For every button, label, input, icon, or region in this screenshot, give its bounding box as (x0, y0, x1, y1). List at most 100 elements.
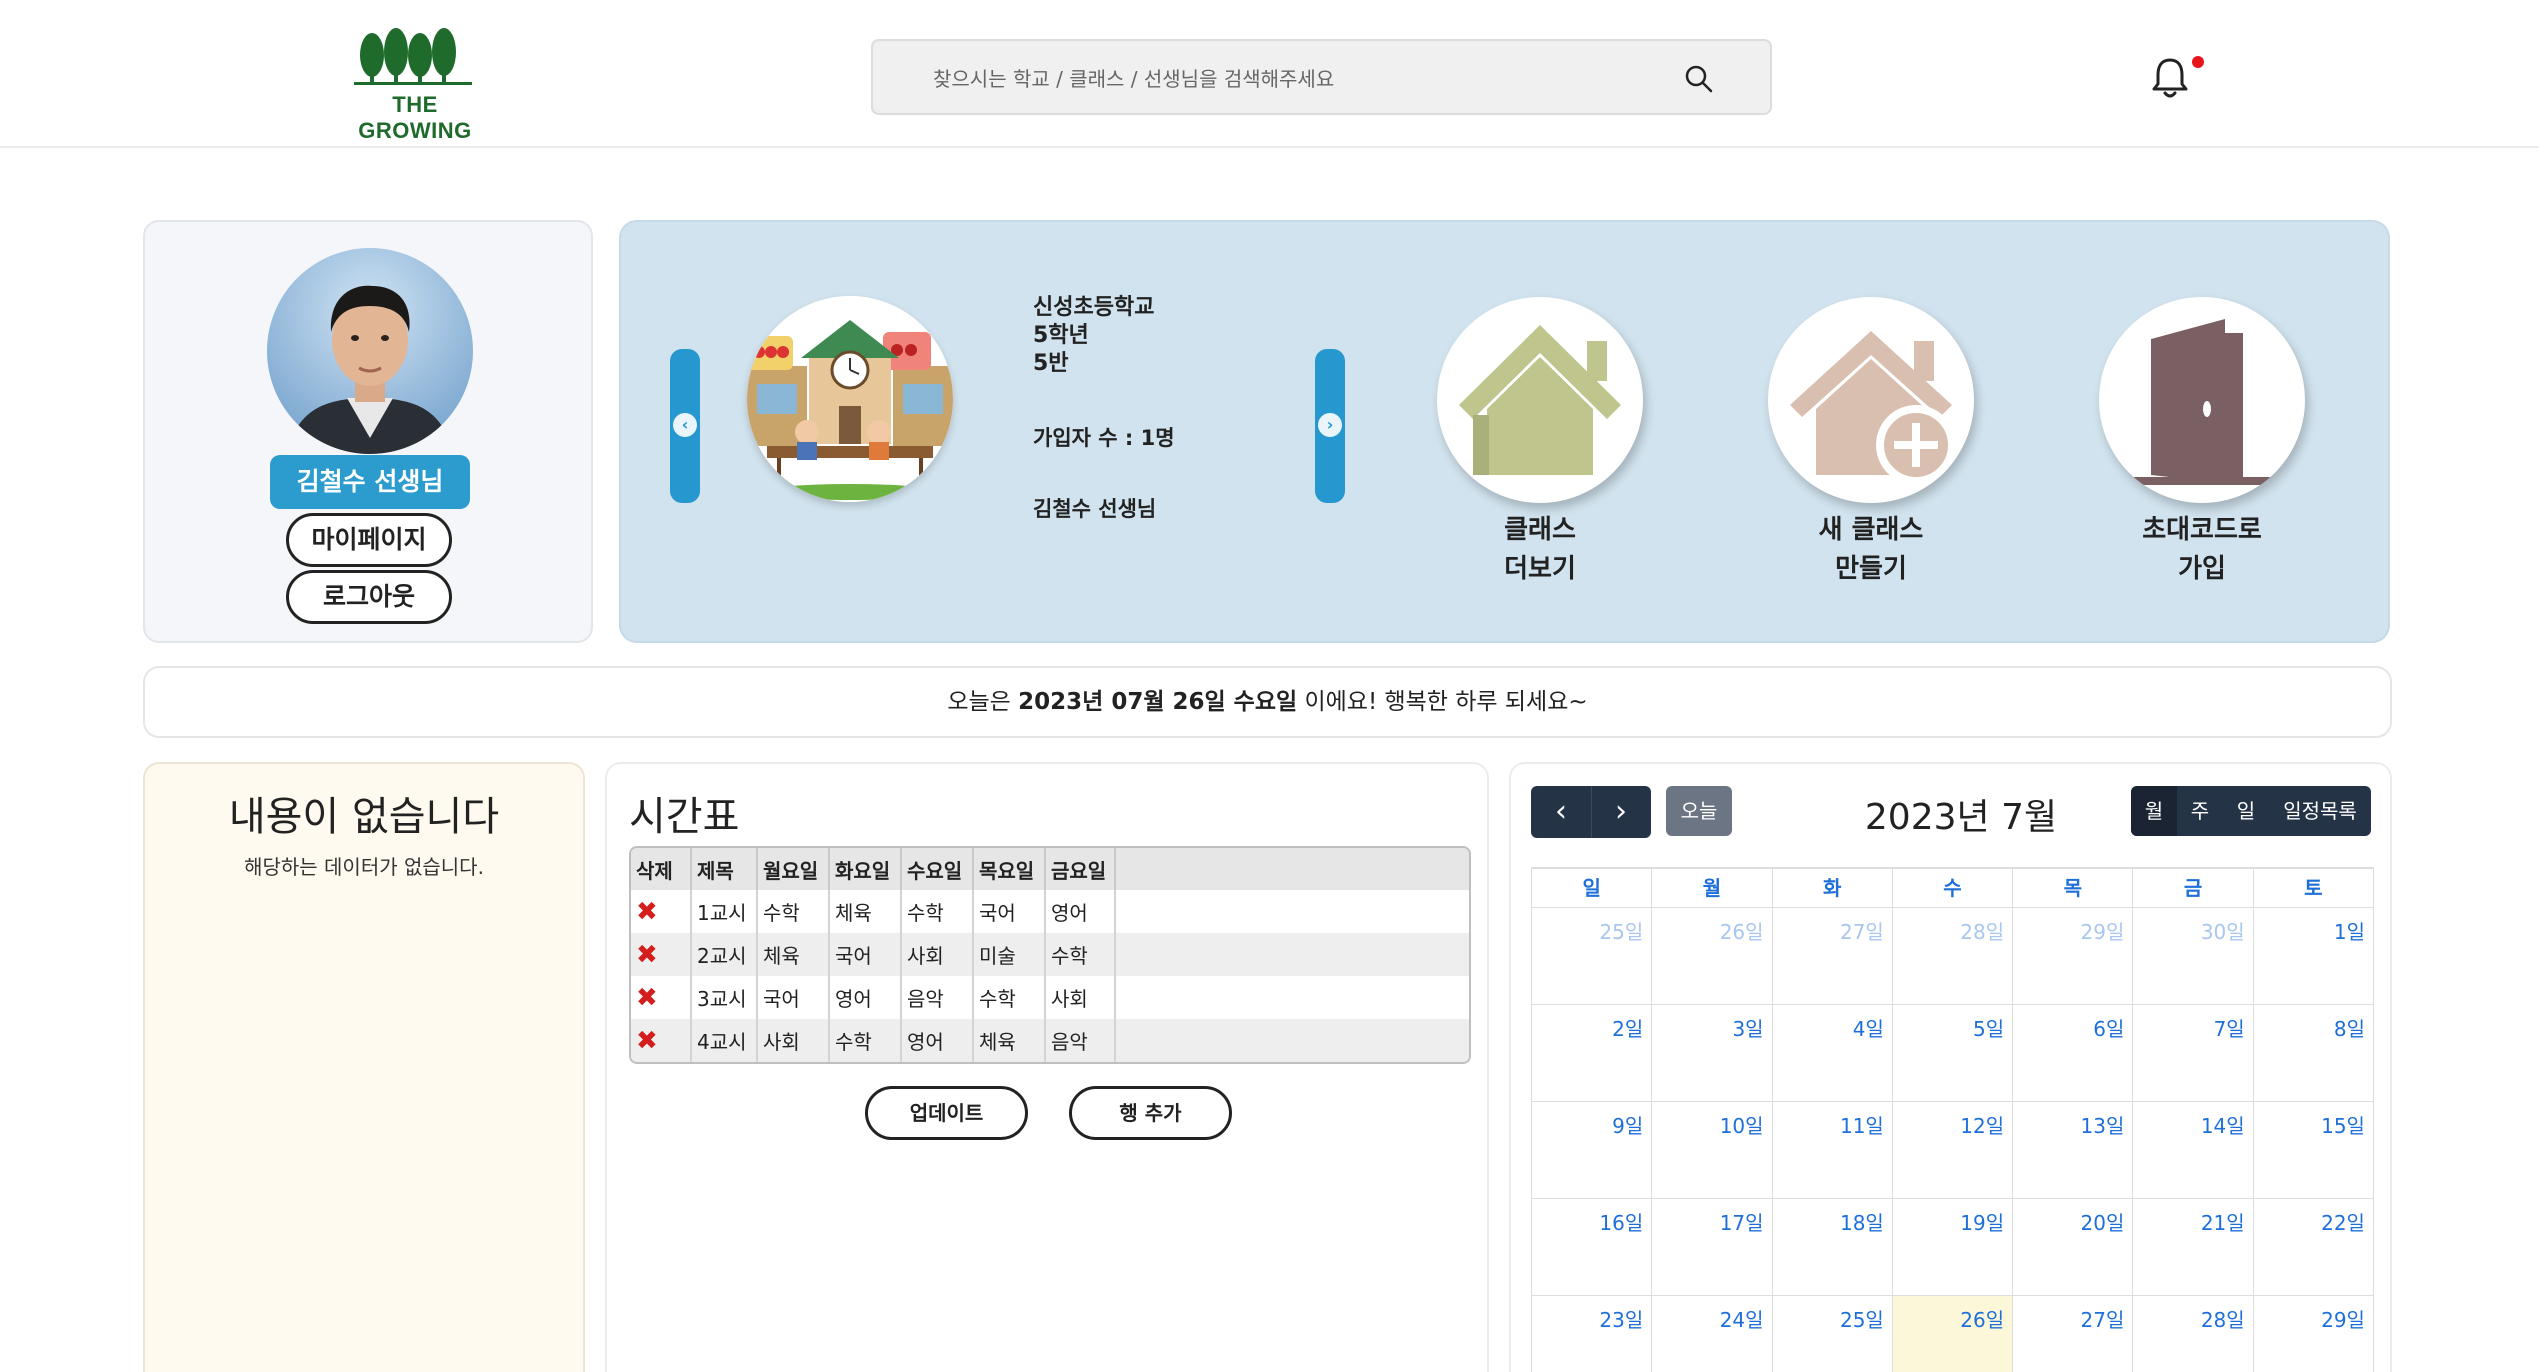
search-input[interactable] (933, 59, 1673, 99)
calendar-day[interactable]: 18일 (1773, 1199, 1893, 1295)
delete-row-icon[interactable]: ✖ (636, 940, 658, 970)
delete-row-icon[interactable]: ✖ (636, 983, 658, 1013)
calendar-day[interactable]: 26일 (1652, 908, 1773, 1004)
calendar-day[interactable]: 8일 (2254, 1005, 2374, 1101)
calendar-day[interactable]: 25일 (1532, 908, 1653, 1004)
update-button[interactable]: 업데이트 (865, 1086, 1028, 1140)
search-icon[interactable] (1683, 63, 1715, 95)
view-week-button[interactable]: 주 (2177, 786, 2223, 836)
calendar-week: 25일 26일 27일 28일 29일 30일 1일 (1531, 907, 2374, 1004)
calendar-day[interactable]: 16일 (1532, 1199, 1653, 1295)
calendar-day[interactable]: 19일 (1893, 1199, 2014, 1295)
calendar-day[interactable]: 2일 (1532, 1005, 1653, 1101)
view-month-button[interactable]: 월 (2131, 786, 2177, 836)
class-teacher: 김철수 선생님 (1033, 497, 1157, 521)
calendar-day[interactable]: 25일 (1773, 1296, 1893, 1372)
table-row: ✖ 4교시 사회 수학 영어 체육 음악 (631, 1019, 1469, 1062)
calendar-day[interactable]: 1일 (2254, 908, 2374, 1004)
bell-icon[interactable] (2150, 56, 2190, 100)
calendar-card: ‹ › 오늘 2023년 7월 월 주 일 일정목록 일 월 화 수 목 금 토… (1509, 762, 2392, 1372)
column-header: 월요일 (757, 848, 830, 890)
calendar-day[interactable]: 3일 (1652, 1005, 1773, 1101)
weekday-label: 토 (2254, 869, 2374, 907)
calendar-day[interactable]: 27일 (1773, 908, 1893, 1004)
table-row: ✖ 2교시 체육 국어 사회 미술 수학 (631, 933, 1469, 976)
prev-class-button[interactable]: ‹ (670, 349, 700, 503)
member-count: 가입자 수 : 1명 (1033, 426, 1175, 450)
calendar-day[interactable]: 30일 (2133, 908, 2254, 1004)
add-row-button[interactable]: 행 추가 (1069, 1086, 1232, 1140)
column-header: 금요일 (1045, 848, 1116, 890)
new-class-button[interactable]: 새 클래스 만들기 (1768, 297, 1974, 589)
calendar-day[interactable]: 21일 (2133, 1199, 2254, 1295)
calendar-day[interactable]: 6일 (2013, 1005, 2134, 1101)
avatar (267, 248, 473, 454)
calendar-day[interactable]: 14일 (2133, 1102, 2254, 1198)
calendar-day[interactable]: 29일 (2254, 1296, 2374, 1372)
weekday-label: 일 (1532, 869, 1653, 907)
weekday-label: 수 (1893, 869, 2014, 907)
calendar-day[interactable]: 28일 (1893, 908, 2014, 1004)
calendar-day[interactable]: 20일 (2013, 1199, 2134, 1295)
logo[interactable]: THE GROWING (340, 20, 490, 143)
school-illustration (747, 296, 953, 502)
more-classes-label: 클래스 더보기 (1504, 515, 1576, 584)
invite-code-button[interactable]: 초대코드로 가입 (2099, 297, 2305, 589)
house-icon (1437, 297, 1643, 503)
logout-button[interactable]: 로그아웃 (286, 570, 452, 624)
door-icon (2099, 297, 2305, 503)
next-class-button[interactable]: › (1315, 349, 1345, 503)
more-classes-button[interactable]: 클래스 더보기 (1437, 297, 1643, 589)
calendar-day[interactable]: 15일 (2254, 1102, 2374, 1198)
calendar-day[interactable]: 12일 (1893, 1102, 2014, 1198)
weekday-label: 목 (2013, 869, 2134, 907)
today-button[interactable]: 오늘 (1666, 786, 1732, 836)
calendar-day[interactable]: 17일 (1652, 1199, 1773, 1295)
mypage-button[interactable]: 마이페이지 (286, 513, 452, 567)
calendar-day[interactable]: 5일 (1893, 1005, 2014, 1101)
today-date: 2023년 07월 26일 수요일 (1018, 689, 1298, 715)
weekday-label: 금 (2133, 869, 2254, 907)
view-day-button[interactable]: 일 (2223, 786, 2269, 836)
logo-text: THE GROWING (358, 92, 472, 143)
notification-dot (2192, 56, 2204, 68)
calendar-day[interactable]: 22일 (2254, 1199, 2374, 1295)
search-bar (871, 39, 1772, 115)
calendar-day[interactable]: 10일 (1652, 1102, 1773, 1198)
teacher-name-badge: 김철수 선생님 (270, 455, 470, 509)
class-number: 5반 (1033, 351, 1069, 376)
tree-logo-icon (354, 28, 472, 85)
calendar-day[interactable]: 23일 (1532, 1296, 1653, 1372)
new-class-label: 새 클래스 만들기 (1818, 515, 1924, 584)
calendar-day[interactable]: 11일 (1773, 1102, 1893, 1198)
class-panel: ‹ 신성초등학교 5학년 5반 가입자 수: 1명 김철수 선생님 › 클래스… (619, 220, 2390, 643)
calendar-week: 2일 3일 4일 5일 6일 7일 8일 (1531, 1004, 2374, 1101)
column-header: 목요일 (973, 848, 1046, 890)
timetable-card: 시간표 삭제 제목 월요일 화요일 수요일 목요일 금요일 ✖ 1교시 수학 체… (605, 762, 1489, 1372)
invite-code-label: 초대코드로 가입 (2142, 515, 2262, 584)
prev-month-button[interactable]: ‹ (1531, 786, 1591, 838)
view-list-button[interactable]: 일정목록 (2269, 786, 2371, 836)
calendar-week: 23일 24일 25일 26일 27일 28일 29일 (1531, 1295, 2374, 1372)
table-row: ✖ 3교시 국어 영어 음악 수학 사회 (631, 976, 1469, 1019)
calendar-day-today[interactable]: 26일 (1892, 1296, 2014, 1372)
delete-row-icon[interactable]: ✖ (636, 897, 658, 927)
timetable-table: 삭제 제목 월요일 화요일 수요일 목요일 금요일 ✖ 1교시 수학 체육 수학… (629, 846, 1471, 1064)
calendar-day[interactable]: 9일 (1532, 1102, 1653, 1198)
class-info: 신성초등학교 5학년 5반 (1033, 294, 1154, 378)
calendar-day[interactable]: 29일 (2013, 908, 2134, 1004)
calendar-day[interactable]: 27일 (2013, 1296, 2134, 1372)
next-month-button[interactable]: › (1591, 786, 1651, 838)
calendar-day[interactable]: 7일 (2133, 1005, 2254, 1101)
delete-row-icon[interactable]: ✖ (636, 1026, 658, 1056)
chevron-left-icon: ‹ (673, 413, 697, 437)
empty-content-card: 내용이 없습니다 해당하는 데이터가 없습니다. (143, 762, 585, 1372)
calendar-week: 9일 10일 11일 12일 13일 14일 15일 (1531, 1101, 2374, 1198)
calendar-day[interactable]: 4일 (1773, 1005, 1893, 1101)
house-plus-icon (1768, 297, 1974, 503)
column-header: 수요일 (901, 848, 974, 890)
calendar-day[interactable]: 28일 (2133, 1296, 2254, 1372)
chevron-right-icon: › (1318, 413, 1342, 437)
calendar-day[interactable]: 24일 (1652, 1296, 1773, 1372)
calendar-day[interactable]: 13일 (2013, 1102, 2134, 1198)
